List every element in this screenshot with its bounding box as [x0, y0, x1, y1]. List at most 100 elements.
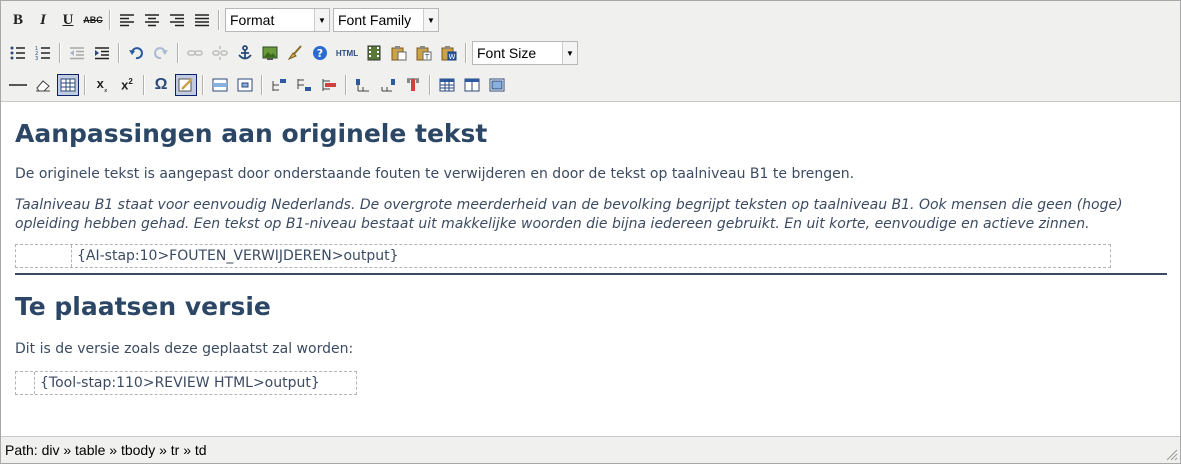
table-cell[interactable] — [16, 372, 35, 394]
table-cell-placeholder[interactable]: {AI-stap:10>FOUTEN_VERWIJDEREN>output} — [72, 245, 399, 267]
cleanup-button[interactable] — [284, 42, 306, 64]
html-source-button[interactable]: HTML — [334, 42, 360, 64]
delete-row-button[interactable] — [318, 74, 340, 96]
editor-content[interactable]: Aanpassingen aan originele tekst De orig… — [1, 102, 1180, 436]
font-family-select-label: Font Family — [338, 12, 412, 28]
outdent-button[interactable] — [66, 42, 88, 64]
html-label: HTML — [335, 48, 359, 58]
help-icon: ? — [313, 46, 327, 60]
separator — [261, 75, 263, 95]
align-center-button[interactable] — [141, 9, 163, 31]
font-family-select[interactable]: Font Family ▼ — [333, 8, 439, 32]
delete-column-icon — [407, 78, 419, 91]
separator — [218, 10, 220, 30]
insert-link-button[interactable] — [184, 42, 206, 64]
align-center-icon — [145, 14, 159, 27]
anchor-button[interactable] — [234, 42, 256, 64]
insert-image-button[interactable] — [259, 42, 281, 64]
toolbar-row-2: 123 ? HTML T W Font Size ▼ — [7, 40, 581, 66]
heading-originele-tekst: Aanpassingen aan originele tekst — [15, 119, 488, 148]
table-icon — [439, 78, 455, 92]
table-grid-icon — [60, 78, 76, 92]
table-properties-button[interactable] — [436, 74, 458, 96]
bullet-list-button[interactable] — [7, 42, 29, 64]
eraser-icon — [36, 80, 50, 92]
chevron-down-icon: ▼ — [423, 9, 438, 31]
placeholder-table-2: {Tool-stap:110>REVIEW HTML>output} — [15, 371, 357, 395]
table-row-icon — [212, 78, 228, 92]
separator — [143, 75, 145, 95]
indent-button[interactable] — [91, 42, 113, 64]
font-size-select[interactable]: Font Size ▼ — [472, 41, 578, 65]
insert-column-after-button[interactable] — [377, 74, 399, 96]
paste-text-button[interactable]: T — [413, 42, 435, 64]
split-cells-button[interactable] — [461, 74, 483, 96]
strikethrough-button[interactable]: ABC — [82, 9, 104, 31]
table-visual-aid-button[interactable] — [57, 74, 79, 96]
separator — [429, 75, 431, 95]
table-cell-properties-button[interactable] — [234, 74, 256, 96]
delete-column-button[interactable] — [402, 74, 424, 96]
anchor-icon — [238, 45, 252, 60]
format-select-label: Format — [230, 12, 275, 28]
tool-step-placeholder: {Tool-stap:110>REVIEW HTML>output} — [40, 375, 320, 391]
align-left-icon — [120, 14, 134, 27]
merge-cells-button[interactable] — [486, 74, 508, 96]
align-justify-button[interactable] — [191, 9, 213, 31]
insert-row-after-button[interactable] — [293, 74, 315, 96]
table-row-properties-button[interactable] — [209, 74, 231, 96]
redo-button[interactable] — [150, 42, 172, 64]
insert-media-button[interactable] — [363, 42, 385, 64]
remove-format-button[interactable] — [32, 74, 54, 96]
indent-icon — [95, 47, 109, 60]
paste-word-button[interactable]: W — [438, 42, 460, 64]
horizontal-rule-button[interactable] — [7, 74, 29, 96]
clipboard-text-icon: T — [416, 46, 432, 61]
separator — [345, 75, 347, 95]
placeholder-table-1: {AI-stap:10>FOUTEN_VERWIJDEREN>output} — [15, 244, 1111, 268]
superscript-button[interactable]: x2 — [116, 74, 138, 96]
separator — [465, 43, 467, 63]
special-character-button[interactable]: Ω — [150, 74, 172, 96]
paste-button[interactable] — [388, 42, 410, 64]
align-left-button[interactable] — [116, 9, 138, 31]
separator — [118, 43, 120, 63]
insert-column-before-button[interactable] — [352, 74, 374, 96]
font-size-select-label: Font Size — [477, 45, 537, 61]
table-cell[interactable] — [16, 245, 72, 267]
ai-step-placeholder: {AI-stap:10>FOUTEN_VERWIJDEREN>output} — [77, 248, 399, 264]
chevron-down-icon: ▼ — [314, 9, 329, 31]
merge-cells-icon — [489, 78, 505, 92]
toolbar: B I U ABC Format ▼ Font Family ▼ 1 2 3 ?… — [1, 1, 1180, 102]
version-paragraph: Dit is de versie zoals deze geplaatst za… — [15, 341, 354, 357]
svg-text:W: W — [449, 53, 456, 61]
separator — [59, 43, 61, 63]
edit-source-button[interactable] — [175, 74, 197, 96]
clipboard-icon — [391, 46, 407, 61]
italic-button[interactable]: I — [32, 9, 54, 31]
image-icon — [262, 46, 278, 60]
table-cell-placeholder[interactable]: {Tool-stap:110>REVIEW HTML>output} — [35, 372, 320, 394]
separator — [84, 75, 86, 95]
bullet-list-icon — [10, 46, 25, 60]
element-path[interactable]: Path: div » table » tbody » tr » td — [5, 442, 207, 458]
subscript-button[interactable]: x₂ — [91, 74, 113, 96]
heading-te-plaatsen-versie: Te plaatsen versie — [15, 292, 271, 321]
resize-grip-icon[interactable] — [1166, 449, 1178, 461]
toolbar-row-3: x₂ x2 Ω — [7, 72, 511, 98]
film-icon — [367, 45, 381, 61]
bold-button[interactable]: B — [7, 9, 29, 31]
undo-button[interactable] — [125, 42, 147, 64]
toolbar-row-1: B I U ABC Format ▼ Font Family ▼ — [7, 7, 442, 33]
b1-explanation-paragraph: Taalniveau B1 staat voor eenvoudig Neder… — [15, 197, 1123, 232]
underline-button[interactable]: U — [57, 9, 79, 31]
horizontal-rule — [15, 273, 1167, 275]
format-select[interactable]: Format ▼ — [225, 8, 330, 32]
table-cell-icon — [237, 78, 253, 92]
help-button[interactable]: ? — [309, 42, 331, 64]
unlink-button[interactable] — [209, 42, 231, 64]
insert-row-before-button[interactable] — [268, 74, 290, 96]
separator — [202, 75, 204, 95]
numbered-list-button[interactable]: 123 — [32, 42, 54, 64]
align-right-button[interactable] — [166, 9, 188, 31]
